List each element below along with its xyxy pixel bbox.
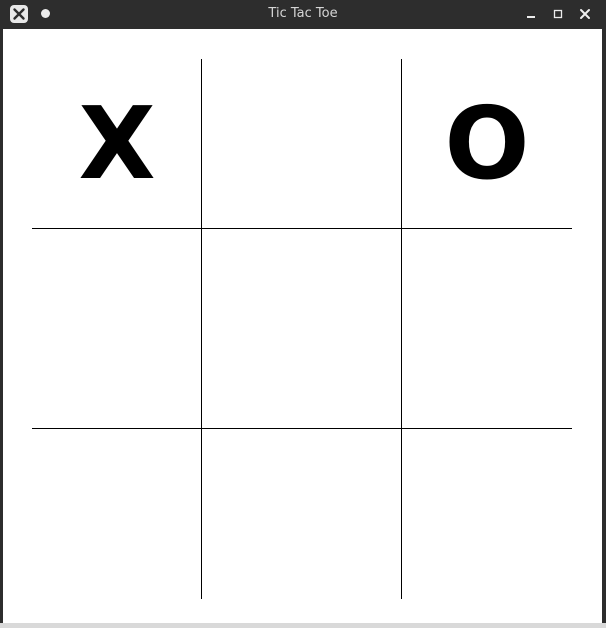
board-cell-8[interactable]	[202, 429, 402, 599]
app-menu-icon[interactable]	[10, 5, 28, 23]
tic-tac-toe-board: X O	[32, 59, 572, 599]
game-canvas[interactable]: X O	[3, 29, 602, 623]
close-icon	[580, 9, 590, 19]
board-cell-5[interactable]	[202, 229, 402, 429]
board-cell-9[interactable]	[402, 429, 572, 599]
board-cell-7[interactable]	[32, 429, 202, 599]
title-bar[interactable]: Tic Tac Toe	[0, 0, 606, 28]
maximize-icon	[553, 9, 563, 19]
close-button[interactable]	[575, 4, 595, 24]
minimize-button[interactable]	[521, 4, 541, 24]
app-window: Tic Tac Toe X O	[0, 0, 606, 628]
window-bottom-border	[0, 623, 606, 628]
cell-mark: O	[444, 85, 530, 202]
board-cell-2[interactable]	[202, 59, 402, 229]
maximize-button[interactable]	[548, 4, 568, 24]
grid-line-vertical	[201, 59, 202, 599]
grid-line-horizontal	[32, 228, 572, 229]
minimize-icon	[527, 16, 535, 18]
board-cell-3[interactable]: O	[402, 59, 572, 229]
window-title: Tic Tac Toe	[268, 6, 338, 21]
cell-mark: X	[78, 85, 156, 202]
board-cell-4[interactable]	[32, 229, 202, 429]
close-x-icon	[13, 8, 25, 20]
grid-line-vertical	[401, 59, 402, 599]
board-cell-1[interactable]: X	[32, 59, 202, 229]
grid-line-horizontal	[32, 428, 572, 429]
board-cell-6[interactable]	[402, 229, 572, 429]
sticky-pin-icon[interactable]	[41, 9, 50, 18]
